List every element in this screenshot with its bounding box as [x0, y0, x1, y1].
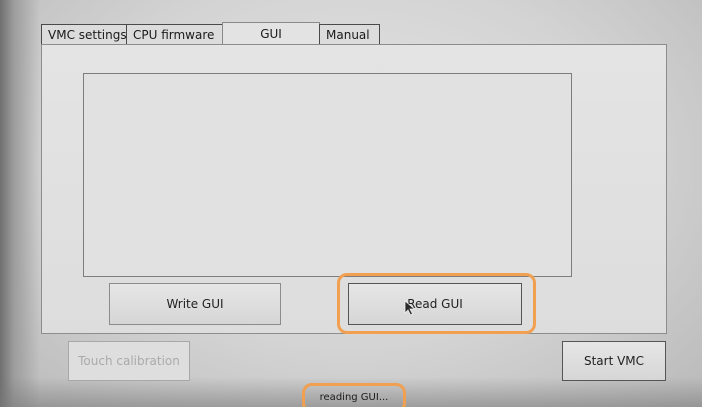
screen-glare	[0, 0, 40, 407]
write-gui-button[interactable]: Write GUI	[109, 283, 281, 325]
touch-calibration-button[interactable]: Touch calibration	[68, 341, 190, 381]
tab-gui[interactable]: GUI	[222, 22, 320, 45]
tab-vmc-settings[interactable]: VMC settings	[41, 24, 127, 45]
status-text: reading GUI...	[319, 392, 389, 403]
mouse-cursor-icon	[404, 300, 416, 316]
read-gui-button[interactable]: Read GUI	[348, 283, 522, 325]
tab-bar: VMC settings CPU firmware GUI Manual	[41, 22, 380, 45]
gui-log-textarea[interactable]	[83, 73, 572, 277]
tab-cpu-firmware[interactable]: CPU firmware	[126, 24, 223, 45]
start-vmc-button[interactable]: Start VMC	[562, 341, 666, 381]
tab-manual[interactable]: Manual	[319, 24, 380, 45]
